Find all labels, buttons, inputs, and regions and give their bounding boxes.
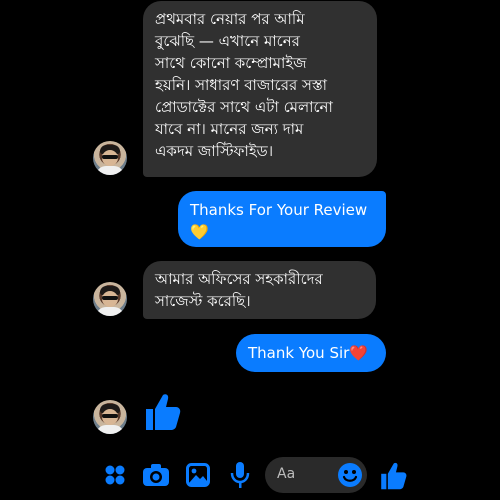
message-text: Thank You Sir❤️ (248, 344, 368, 362)
message-input[interactable]: Aa (265, 457, 367, 493)
apps-icon[interactable] (104, 464, 126, 486)
message-text: হয়নি। সাধারণ বাজারের সস্তা (155, 76, 328, 94)
avatar[interactable] (93, 282, 127, 316)
message-text: প্রথমবার নেয়ার পর আমি (155, 10, 305, 28)
message-emoji: 💛 (190, 223, 209, 241)
microphone-icon[interactable] (230, 461, 250, 489)
avatar[interactable] (93, 141, 127, 175)
emoji-icon[interactable] (337, 462, 363, 488)
message-text: সাজেস্ট করেছি। (155, 292, 251, 310)
composer-bar (0, 450, 500, 500)
message-text: সাথে কোনো কম্প্রোমাইজ (155, 54, 307, 72)
avatar[interactable] (93, 400, 127, 434)
message-received: আমার অফিসের সহকারীদের সাজেস্ট করেছি। (143, 261, 376, 319)
message-text: Thanks For Your Review (190, 201, 368, 219)
message-sent: Thank You Sir❤️ (236, 334, 386, 372)
image-icon[interactable] (186, 463, 210, 487)
message-text: আমার অফিসের সহকারীদের (155, 270, 323, 288)
camera-icon[interactable] (142, 463, 170, 487)
message-input-placeholder: Aa (277, 466, 296, 482)
message-sent: Thanks For Your Review 💛 (178, 191, 386, 247)
thumbs-up-icon[interactable] (379, 461, 407, 491)
message-received: প্রথমবার নেয়ার পর আমি বুঝেছি — এখানে মা… (143, 1, 377, 177)
message-text: প্রোডাক্টের সাথে এটা মেলানো (155, 98, 333, 116)
message-text: যাবে না। মানের জন্য দাম (155, 120, 304, 138)
message-text: একদম জাস্টিফাইড। (155, 142, 274, 160)
thumbs-up-icon (143, 392, 181, 436)
message-text: বুঝেছি — এখানে মানের (155, 32, 300, 50)
